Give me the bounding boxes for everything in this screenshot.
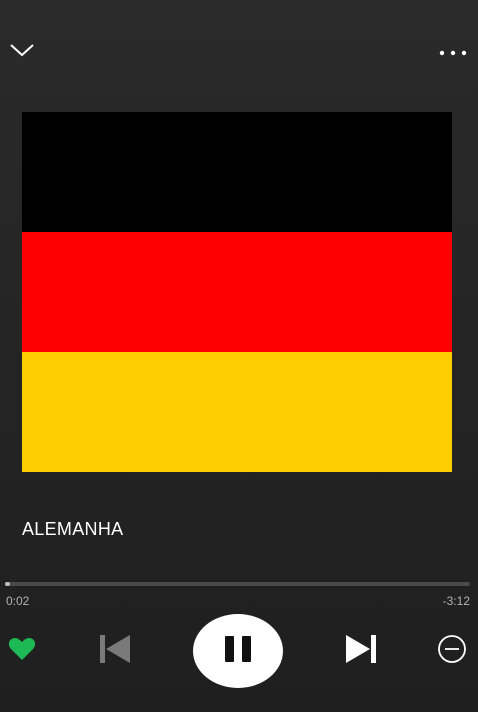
progress-fill xyxy=(5,582,10,586)
minus-circle-icon xyxy=(437,634,467,669)
pause-button[interactable] xyxy=(193,614,283,688)
remove-button[interactable] xyxy=(436,634,468,669)
chevron-down-icon xyxy=(9,42,35,63)
more-horizontal-icon xyxy=(439,43,467,61)
album-artwork xyxy=(22,112,452,472)
more-options-button[interactable] xyxy=(436,40,470,64)
flag-stripe-red xyxy=(22,232,452,352)
heart-icon xyxy=(8,637,36,666)
pause-icon xyxy=(223,635,253,668)
elapsed-time: 0:02 xyxy=(6,594,30,608)
flag-stripe-black xyxy=(22,112,452,232)
collapse-button[interactable] xyxy=(6,38,38,66)
like-button[interactable] xyxy=(6,637,38,665)
previous-button[interactable] xyxy=(96,634,134,668)
next-button[interactable] xyxy=(342,634,380,668)
flag-stripe-gold xyxy=(22,352,452,472)
skip-back-icon xyxy=(98,634,132,669)
skip-forward-icon xyxy=(344,634,378,669)
now-playing-screen: ALEMANHA 0:02 -3:12 xyxy=(0,0,478,712)
track-title: ALEMANHA xyxy=(22,519,124,539)
progress-bar[interactable] xyxy=(5,582,470,586)
remaining-time: -3:12 xyxy=(442,594,470,608)
